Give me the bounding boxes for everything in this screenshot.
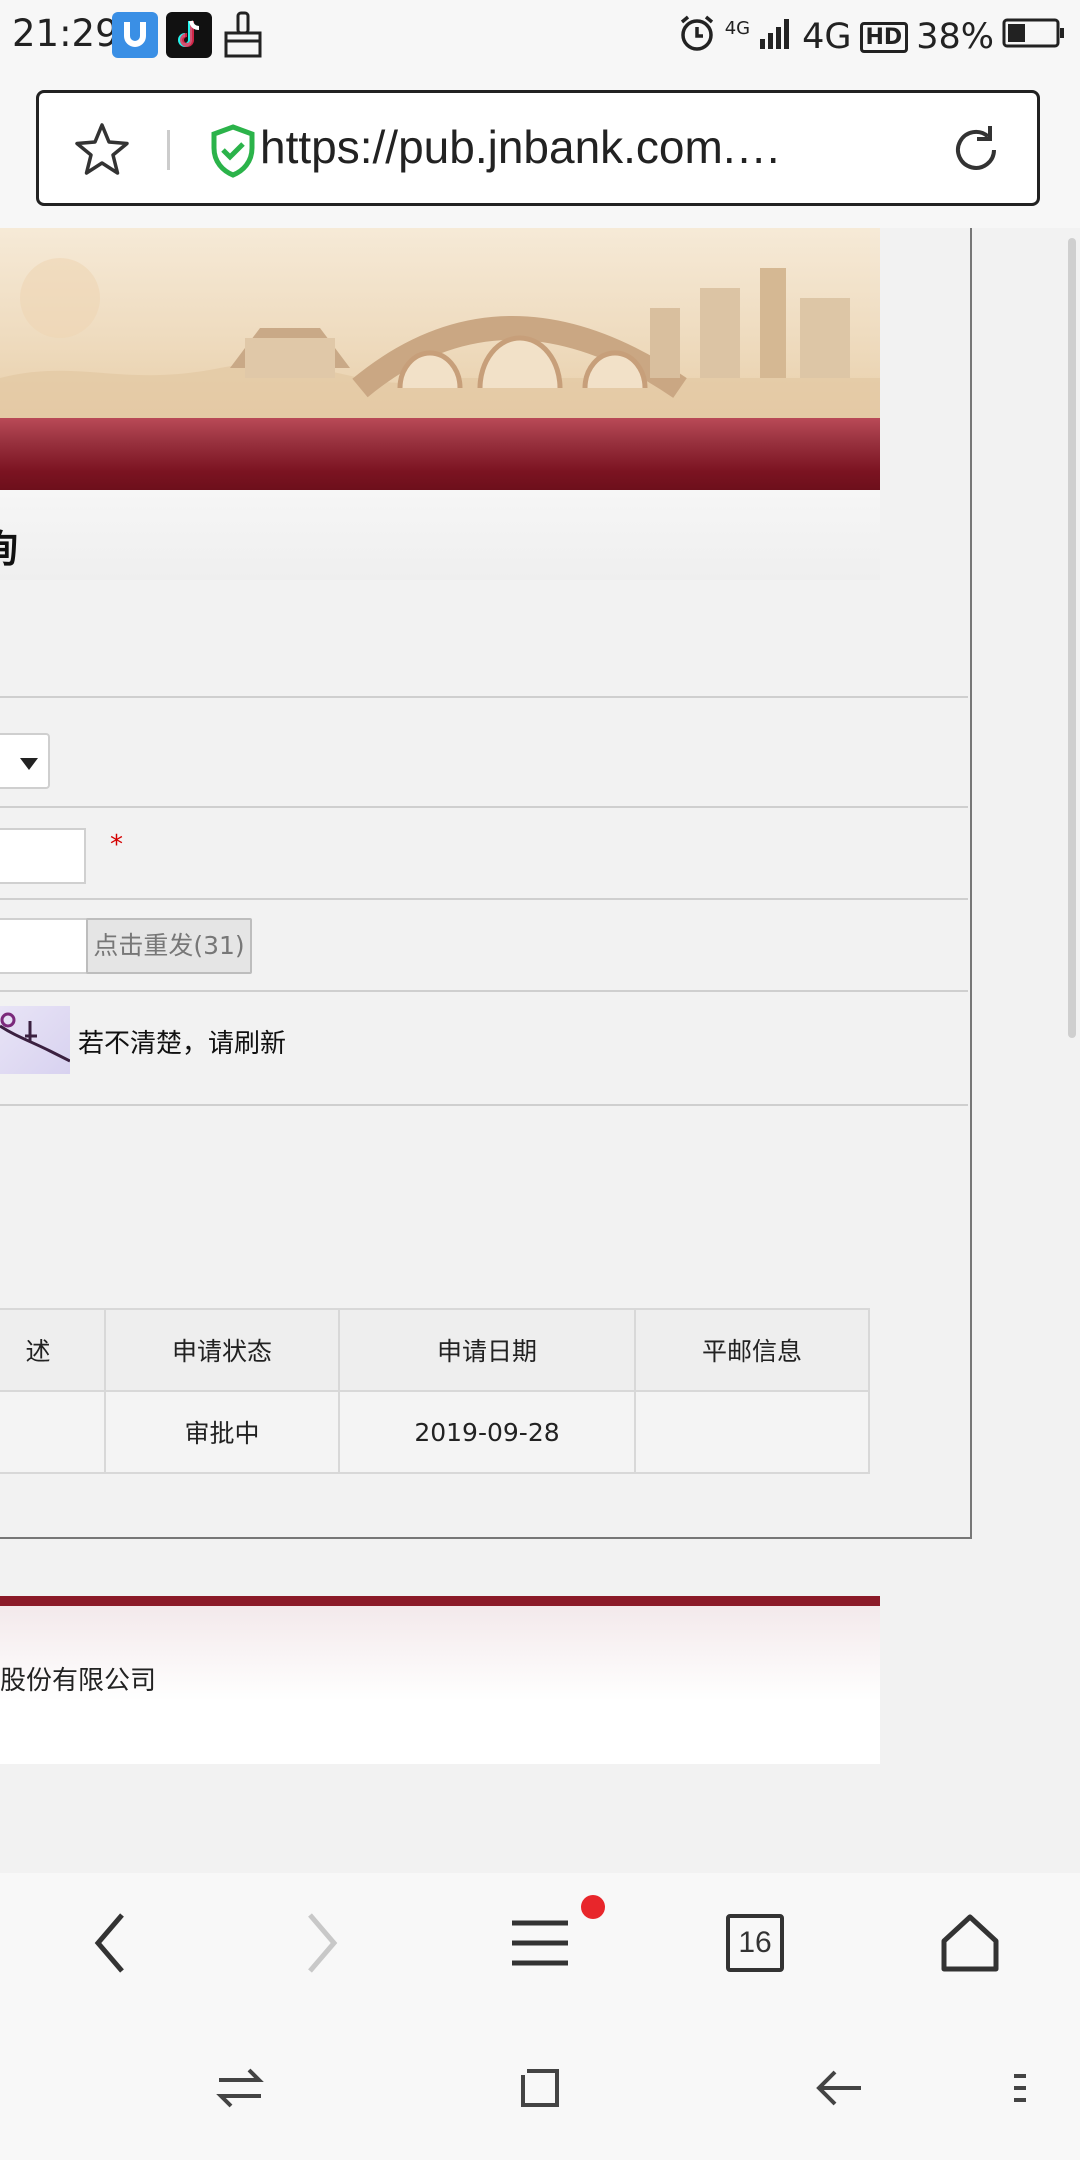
- table-header-cell: 申请日期: [338, 1308, 636, 1392]
- sms-code-input[interactable]: [0, 918, 88, 974]
- network-label: 4G: [802, 17, 852, 57]
- hd-badge: HD: [859, 21, 909, 53]
- status-right: 4G 4G HD 38%: [677, 14, 1066, 60]
- forward-button[interactable]: [272, 1903, 372, 1983]
- table-header-cell: 述: [0, 1308, 106, 1392]
- brush-icon: [220, 10, 266, 64]
- network-small-label: 4G: [724, 17, 751, 39]
- table-header-cell: 申请状态: [104, 1308, 340, 1392]
- alarm-icon: [677, 13, 717, 62]
- application-table: 述 申请状态 申请日期 平邮信息 审批中 2019-09-28: [0, 1308, 870, 1474]
- more-dots-icon[interactable]: [1000, 2053, 1040, 2123]
- row-divider: [0, 696, 968, 698]
- battery-percent: 38%: [916, 17, 994, 57]
- captcha-image[interactable]: [0, 1006, 70, 1074]
- tabs-button[interactable]: 16: [705, 1903, 805, 1983]
- required-mark: *: [110, 830, 123, 860]
- table-row: 审批中 2019-09-28: [0, 1390, 870, 1474]
- secure-shield-icon[interactable]: [208, 124, 258, 182]
- url-text[interactable]: https://pub.jnbank.com.…: [260, 120, 782, 174]
- row-divider: [0, 990, 968, 992]
- home-square-icon[interactable]: [500, 2053, 580, 2123]
- captcha-refresh-hint[interactable]: 若不清楚，请刷新: [78, 1023, 286, 1060]
- chevron-down-icon[interactable]: [20, 758, 38, 770]
- phone-input[interactable]: [0, 828, 86, 884]
- tiktok-icon: [166, 12, 212, 58]
- back-button[interactable]: [60, 1903, 160, 1983]
- resend-code-button[interactable]: 点击重发(31): [86, 918, 252, 974]
- footer-copyright: 股份有限公司: [0, 1666, 157, 1696]
- page-scrollbar[interactable]: [1068, 238, 1076, 1038]
- battery-icon: [1002, 17, 1066, 58]
- home-button[interactable]: [920, 1903, 1020, 1983]
- menu-button[interactable]: [490, 1903, 590, 1983]
- footer-red-line: [0, 1596, 880, 1606]
- row-divider: [0, 898, 968, 900]
- row-divider: [0, 1104, 968, 1106]
- status-time: 21:29: [12, 12, 119, 55]
- reload-icon[interactable]: [946, 120, 1006, 184]
- url-divider: [167, 130, 170, 170]
- web-page: 询 * 点击重发(31) 若不清楚，请刷新 述 申请状态 申请日期 平邮信息 审…: [0, 228, 1080, 1873]
- tab-count-badge: 16: [726, 1914, 784, 1972]
- table-cell: [0, 1390, 106, 1474]
- table-cell: 2019-09-28: [338, 1390, 636, 1474]
- row-divider: [0, 806, 968, 808]
- table-header-cell: 平邮信息: [634, 1308, 870, 1392]
- table-cell: [634, 1390, 870, 1474]
- uc-shield-icon: [112, 12, 158, 58]
- back-arrow-icon[interactable]: [800, 2053, 880, 2123]
- notification-dot: [581, 1895, 605, 1919]
- switch-apps-icon[interactable]: [200, 2053, 280, 2123]
- table-header-row: 述 申请状态 申请日期 平邮信息: [0, 1308, 870, 1392]
- signal-icon: [758, 15, 794, 60]
- table-cell: 审批中: [104, 1390, 340, 1474]
- system-nav-bar: [0, 2013, 1080, 2160]
- browser-bottom-bar: 16: [0, 1873, 1080, 2013]
- bookmark-star-icon[interactable]: [72, 120, 132, 184]
